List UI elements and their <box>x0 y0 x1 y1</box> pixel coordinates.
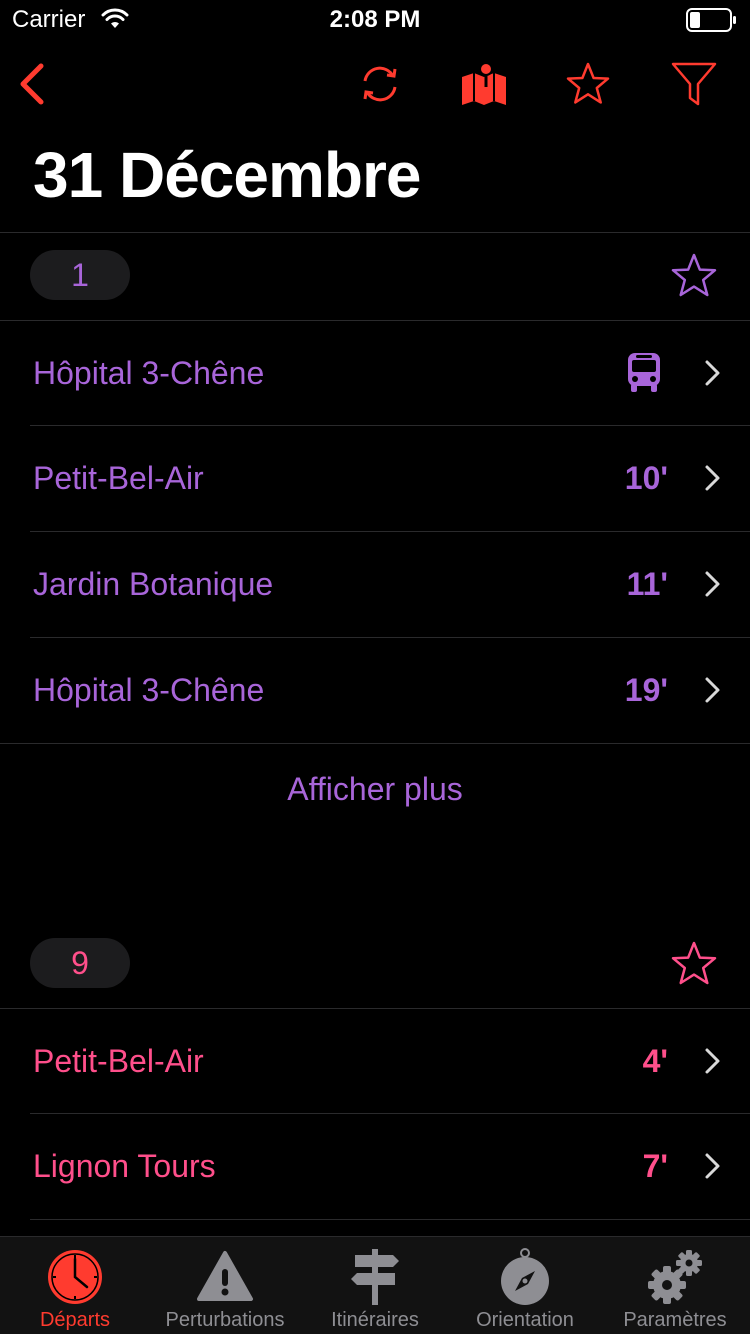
line-9-star-icon[interactable] <box>670 940 718 988</box>
departure-time: 10' <box>624 460 668 496</box>
refresh-icon <box>363 66 397 102</box>
tab-itineraries[interactable]: Itinéraires <box>300 1237 450 1334</box>
tab-label: Départs <box>39 1309 111 1331</box>
refresh-button[interactable] <box>352 56 408 112</box>
chevron-right-icon <box>705 465 720 491</box>
line-9-header: 9 <box>0 920 750 1008</box>
tab-label: Perturbations <box>165 1309 285 1331</box>
departure-row[interactable]: Petit-Bel-Air 4' <box>0 1009 750 1114</box>
chevron-right-icon <box>705 360 720 386</box>
departure-time: 11' <box>626 566 668 602</box>
tab-label: Paramètres <box>623 1309 727 1331</box>
destination-label: Petit-Bel-Air <box>33 1043 204 1079</box>
chevron-right-icon <box>705 1048 720 1074</box>
divider <box>30 1219 750 1220</box>
favorite-button[interactable] <box>560 56 616 112</box>
gears-icon <box>648 1250 702 1304</box>
compass-icon <box>501 1248 549 1305</box>
departure-row[interactable]: Lignon Tours 7' <box>0 1114 750 1219</box>
line-1-header: 1 <box>0 232 750 320</box>
clock-icon <box>48 1250 102 1304</box>
chevron-right-icon <box>705 571 720 597</box>
departure-row[interactable]: Hôpital 3-Chêne <box>0 321 750 426</box>
tab-departures[interactable]: Départs <box>0 1237 150 1334</box>
status-time: 2:08 PM <box>329 6 421 33</box>
destination-label: Hôpital 3-Chêne <box>33 672 265 708</box>
map-button[interactable] <box>456 56 512 112</box>
chevron-right-icon <box>705 677 720 703</box>
destination-label: Hôpital 3-Chêne <box>33 355 265 391</box>
status-bar: Carrier 2:08 PM <box>0 0 750 40</box>
departure-row[interactable]: Petit-Bel-Air 10' <box>0 426 750 531</box>
departure-time: 4' <box>642 1043 668 1079</box>
filter-button[interactable] <box>666 56 722 112</box>
bus-icon <box>628 353 660 392</box>
nav-bar <box>0 50 750 120</box>
show-more-button[interactable]: Afficher plus <box>0 762 750 816</box>
line-number-badge: 9 <box>30 938 130 988</box>
tab-disruptions[interactable]: Perturbations <box>150 1237 300 1334</box>
battery-icon <box>686 8 736 32</box>
departure-row[interactable]: Hôpital 3-Chêne 19' <box>0 638 750 743</box>
chevron-right-icon <box>705 1153 720 1179</box>
page-title: 31 Décembre <box>33 139 421 211</box>
tab-orientation[interactable]: Orientation <box>450 1237 600 1334</box>
destination-label: Lignon Tours <box>33 1148 216 1184</box>
back-chevron-icon <box>20 63 44 105</box>
tab-label: Itinéraires <box>331 1309 419 1331</box>
tab-label: Orientation <box>476 1309 574 1331</box>
departure-row[interactable]: Jardin Botanique 11' <box>0 532 750 637</box>
destination-label: Petit-Bel-Air <box>33 460 204 496</box>
line-number-badge: 1 <box>30 250 130 300</box>
warning-icon <box>197 1251 253 1301</box>
divider <box>0 743 750 744</box>
signpost-icon <box>351 1249 399 1305</box>
departure-time: 7' <box>642 1148 668 1184</box>
destination-label: Jardin Botanique <box>33 566 274 602</box>
back-button[interactable] <box>4 56 60 112</box>
line-1-star-icon[interactable] <box>670 252 718 300</box>
filter-icon <box>671 62 717 106</box>
tab-settings[interactable]: Paramètres <box>600 1237 750 1334</box>
departure-time: 19' <box>624 672 668 708</box>
tab-bar: Départs Perturbations Itinéraires Orient… <box>0 1236 750 1334</box>
star-icon <box>566 62 610 104</box>
map-icon <box>462 62 506 105</box>
